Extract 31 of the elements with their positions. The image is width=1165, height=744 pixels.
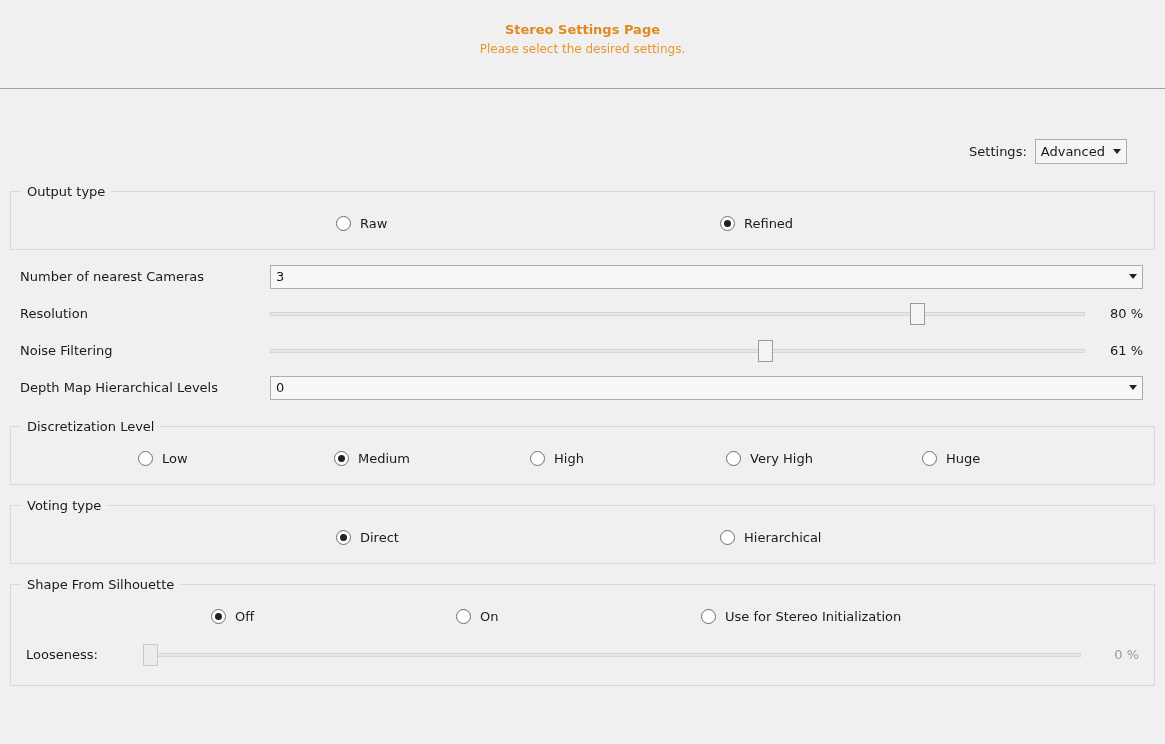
slider-label: Resolution: [20, 304, 89, 323]
dropdown[interactable]: 0: [270, 375, 1143, 400]
field-label: Depth Map Hierarchical Levels: [20, 378, 219, 397]
radio-button[interactable]: Medium: [334, 448, 410, 469]
radio-button[interactable]: Very High: [726, 448, 813, 469]
slider-reading: 61 %: [1108, 341, 1143, 360]
page-subtitle: Please select the desired settings.: [479, 40, 686, 58]
settings-label: Settings:: [969, 142, 1027, 161]
radio-button[interactable]: Off: [211, 606, 255, 627]
slider-thumb[interactable]: [758, 339, 773, 362]
radio-button[interactable]: Hierarchical: [720, 527, 822, 548]
settings-dropdown[interactable]: Advanced: [1034, 139, 1127, 164]
radio-button[interactable]: Huge: [922, 448, 981, 469]
radio-button[interactable]: Raw: [336, 213, 388, 234]
radio-button[interactable]: On: [456, 606, 499, 627]
caret-icon: [1129, 385, 1137, 390]
radio-button[interactable]: Refined: [720, 213, 794, 234]
dropdown[interactable]: 3: [270, 264, 1143, 289]
radio-button[interactable]: Low: [138, 448, 188, 469]
caret-icon: [1113, 149, 1121, 154]
radio-button[interactable]: Use for Stereo Initialization: [701, 606, 902, 627]
slider-reading: 0 %: [1113, 645, 1139, 664]
slider-thumb[interactable]: [910, 302, 925, 325]
radio-button[interactable]: Direct: [336, 527, 399, 548]
caret-icon: [1129, 274, 1137, 279]
slider-label: Noise Filtering: [20, 341, 114, 360]
field-label: Number of nearest Cameras: [20, 267, 206, 286]
page-title: Stereo Settings Page: [504, 21, 660, 39]
slider-label: Looseness:: [26, 645, 99, 664]
radio-button[interactable]: High: [530, 448, 584, 469]
slider-reading: 80 %: [1108, 304, 1143, 323]
